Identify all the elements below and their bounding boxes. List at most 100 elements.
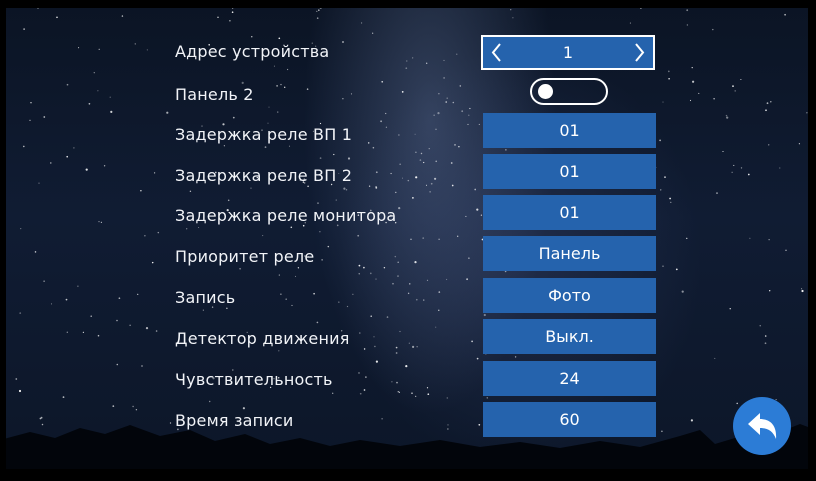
chevron-right-icon[interactable] xyxy=(629,37,649,68)
star xyxy=(98,48,100,50)
star xyxy=(346,305,349,308)
star xyxy=(415,151,417,153)
star xyxy=(438,93,440,95)
star xyxy=(692,80,695,83)
star xyxy=(426,62,428,64)
star xyxy=(361,22,363,24)
record-time-button[interactable]: 60 xyxy=(483,402,656,437)
star xyxy=(451,184,454,187)
star xyxy=(375,360,378,363)
star xyxy=(456,0,458,3)
star xyxy=(232,116,235,119)
star xyxy=(278,274,280,276)
star xyxy=(659,139,661,142)
star xyxy=(343,187,346,190)
star xyxy=(392,282,394,285)
star xyxy=(73,147,75,149)
star xyxy=(350,93,353,95)
star xyxy=(358,372,360,374)
star xyxy=(118,297,121,300)
star xyxy=(397,275,399,277)
star xyxy=(77,285,79,287)
star xyxy=(429,191,431,193)
relay-priority-label: Приоритет реле xyxy=(175,247,315,266)
star xyxy=(227,199,230,202)
panel2-toggle[interactable] xyxy=(530,78,608,105)
star xyxy=(39,417,42,420)
star xyxy=(806,112,808,114)
relay-delay-vp1-button[interactable]: 01 xyxy=(483,113,656,148)
relay-delay-vp2-button[interactable]: 01 xyxy=(483,154,656,189)
star xyxy=(372,146,375,149)
star xyxy=(729,308,731,310)
star xyxy=(408,342,410,344)
star xyxy=(359,392,362,395)
star xyxy=(398,391,401,393)
star xyxy=(514,356,517,358)
star xyxy=(375,187,378,189)
star xyxy=(56,16,58,19)
back-button[interactable] xyxy=(733,397,791,455)
star xyxy=(144,235,146,237)
star xyxy=(395,346,398,349)
star xyxy=(90,315,92,317)
star xyxy=(82,331,85,334)
star xyxy=(412,345,415,348)
star xyxy=(740,167,743,169)
star xyxy=(20,227,22,230)
star xyxy=(109,96,111,98)
monitor-relay-delay-button[interactable]: 01 xyxy=(483,195,656,230)
motion-detector-button[interactable]: Выкл. xyxy=(483,319,656,354)
star xyxy=(4,43,6,45)
star xyxy=(798,143,801,145)
panel2-label: Панель 2 xyxy=(175,85,254,104)
star xyxy=(749,237,751,239)
star xyxy=(250,187,252,189)
star xyxy=(399,163,401,165)
star xyxy=(288,145,291,147)
star xyxy=(734,90,736,92)
star xyxy=(779,167,781,169)
star xyxy=(151,261,154,264)
star xyxy=(370,315,372,317)
star xyxy=(764,335,767,337)
star xyxy=(414,261,417,264)
relay-priority-button[interactable]: Панель xyxy=(483,236,656,271)
star xyxy=(375,171,378,174)
star xyxy=(368,185,371,187)
star xyxy=(380,120,382,123)
star xyxy=(100,221,102,223)
star xyxy=(401,91,404,93)
star xyxy=(686,237,688,239)
star xyxy=(319,157,322,159)
star xyxy=(801,289,804,293)
star xyxy=(769,290,771,292)
star xyxy=(768,144,770,146)
star xyxy=(447,428,449,430)
star xyxy=(223,145,225,147)
star xyxy=(466,278,468,281)
star xyxy=(765,109,767,112)
star xyxy=(50,162,52,164)
star xyxy=(78,47,80,49)
star xyxy=(457,235,459,237)
sensitivity-button[interactable]: 24 xyxy=(483,361,656,396)
recording-button[interactable]: Фото xyxy=(483,278,656,313)
star xyxy=(363,389,366,391)
star xyxy=(446,397,449,399)
star xyxy=(65,298,68,301)
star xyxy=(468,257,470,259)
star xyxy=(278,350,280,352)
star xyxy=(407,292,410,295)
star xyxy=(357,234,360,237)
star xyxy=(662,265,664,268)
chevron-left-icon[interactable] xyxy=(487,37,507,68)
star xyxy=(153,172,156,174)
star xyxy=(146,49,148,51)
tree-silhouette xyxy=(0,424,816,481)
star xyxy=(39,3,42,6)
star xyxy=(454,144,456,146)
star xyxy=(43,280,45,282)
star xyxy=(327,245,330,248)
star xyxy=(640,7,642,9)
